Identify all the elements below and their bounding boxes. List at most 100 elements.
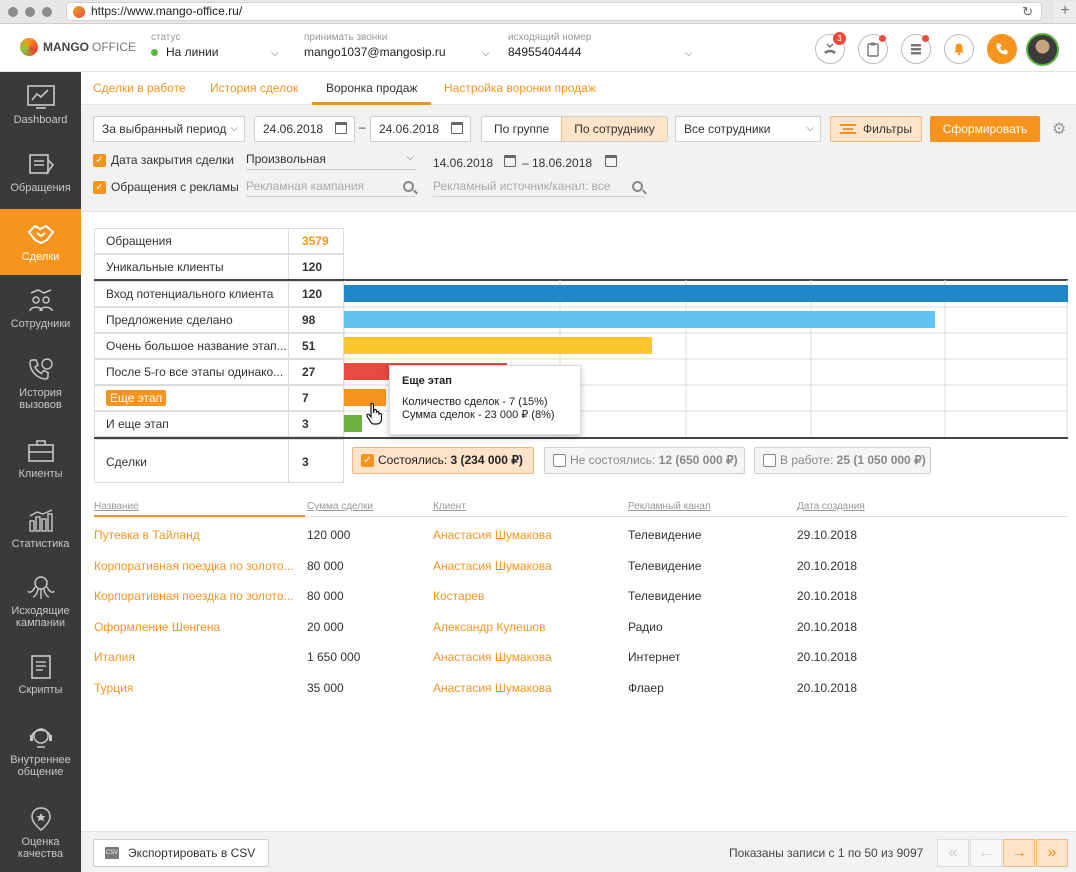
close-date-select[interactable]: Произвольная ⌵: [246, 152, 416, 170]
date-from-input[interactable]: 24.06.2018: [254, 116, 355, 142]
funnel-stage-count: 7: [288, 385, 344, 411]
client-link[interactable]: Анастасия Шумакова: [433, 559, 613, 573]
sidebar-item-employees[interactable]: Сотрудники: [0, 288, 81, 348]
campaign-input[interactable]: Рекламная кампания: [246, 179, 416, 197]
minimize-window-button[interactable]: [25, 7, 35, 17]
sidebar-item-call-history[interactable]: История вызовов: [0, 357, 81, 417]
first-page-button[interactable]: «: [937, 839, 969, 867]
col-header-sum[interactable]: Сумма сделки: [307, 501, 373, 512]
sidebar-item-requests[interactable]: Обращения: [0, 152, 81, 212]
tasks-button[interactable]: [858, 34, 888, 64]
col-header-name[interactable]: Название: [94, 501, 139, 512]
funnel-stage-label[interactable]: После 5-го все этапы одинако...: [94, 359, 289, 385]
gear-icon[interactable]: ⚙: [1052, 119, 1066, 139]
funnel-stage-label[interactable]: Очень большое название этап...: [94, 333, 289, 359]
col-header-date[interactable]: Дата создания: [797, 501, 865, 512]
date-from-value: 24.06.2018: [263, 122, 324, 136]
funnel-stage-label[interactable]: И еще этап: [94, 411, 289, 437]
next-page-button[interactable]: →: [1003, 839, 1035, 867]
group-by-employee-button[interactable]: По сотруднику: [561, 117, 667, 141]
logo[interactable]: MANGO OFFICE: [20, 38, 136, 56]
funnel-stage-label[interactable]: Вход потенциального клиента: [94, 281, 289, 307]
sidebar-item-label: Сделки: [21, 251, 60, 263]
date-to-input[interactable]: 24.06.2018: [370, 116, 471, 142]
legend-completed[interactable]: ✓ Состоялись: 3 (234 000 ₽): [352, 447, 534, 474]
close-window-button[interactable]: [8, 7, 18, 17]
client-link[interactable]: Анастасия Шумакова: [433, 650, 613, 664]
deal-name-link[interactable]: Италия: [94, 650, 299, 664]
funnel-bar[interactable]: [344, 285, 1068, 302]
legend-in-progress[interactable]: В работе: 25 (1 050 000 ₽): [754, 447, 931, 474]
calendar-icon[interactable]: [605, 155, 617, 167]
sidebar-item-internal-chat[interactable]: Внутреннее общение: [0, 724, 81, 784]
period-select[interactable]: За выбранный период ⌵: [93, 116, 245, 142]
close-date-to[interactable]: 18.06.2018: [532, 156, 592, 170]
missed-calls-button[interactable]: 3: [815, 32, 846, 64]
last-page-button[interactable]: »: [1036, 839, 1068, 867]
close-date-from[interactable]: 14.06.2018: [433, 156, 493, 170]
call-button[interactable]: [987, 34, 1017, 64]
new-tab-button[interactable]: +: [1054, 2, 1076, 22]
funnel-row: Вход потенциального клиента 120: [94, 281, 344, 307]
messages-button[interactable]: [901, 34, 931, 64]
tab-deals-in-work[interactable]: Сделки в работе: [93, 81, 186, 95]
status-select[interactable]: статус На линии ⌵: [151, 32, 281, 59]
tab-funnel-settings[interactable]: Настройка воронки продаж: [444, 81, 596, 95]
funnel-bar[interactable]: [344, 415, 362, 432]
group-by-group-button[interactable]: По группе: [482, 117, 562, 141]
generate-button[interactable]: Сформировать: [930, 116, 1040, 142]
deal-name-link[interactable]: Корпоративная поездка по золото...: [94, 589, 299, 603]
sidebar-item-dashboard[interactable]: Dashboard: [0, 84, 81, 144]
avatar[interactable]: [1026, 33, 1059, 66]
tab-sales-funnel[interactable]: Воронка продаж: [326, 81, 417, 95]
sidebar-item-quality[interactable]: Оценка качества: [0, 806, 81, 866]
deal-name-link[interactable]: Турция: [94, 681, 299, 695]
client-link[interactable]: Анастасия Шумакова: [433, 528, 613, 542]
sidebar-item-label: Обращения: [10, 182, 71, 194]
sidebar-item-clients[interactable]: Клиенты: [0, 438, 81, 488]
source-input[interactable]: Рекламный источник/канал: все: [433, 179, 645, 197]
search-icon[interactable]: [403, 181, 414, 192]
deal-name-link[interactable]: Путевка в Тайланд: [94, 528, 299, 542]
calendar-icon[interactable]: [504, 155, 516, 167]
ads-checkbox[interactable]: ✓: [93, 181, 106, 194]
address-bar[interactable]: https://www.mango-office.ru/ ↻: [66, 2, 1042, 21]
client-link[interactable]: Александр Кулешов: [433, 620, 613, 634]
calendar-icon[interactable]: [335, 122, 347, 134]
close-date-label: Дата закрытия сделки: [111, 153, 234, 167]
funnel-bar[interactable]: [344, 311, 935, 328]
outgoing-number-select[interactable]: исходящий номер 84955404444 ⌵: [508, 32, 696, 59]
search-icon[interactable]: [632, 181, 643, 192]
sidebar-item-statistics[interactable]: Статистика: [0, 508, 81, 558]
sidebar-item-outgoing-campaigns[interactable]: Исходящие кампании: [0, 575, 81, 635]
logo-brand: MANGO: [43, 40, 89, 54]
employees-select[interactable]: Все сотрудники ⌵: [675, 116, 821, 142]
filters-button[interactable]: Фильтры: [830, 116, 922, 142]
funnel-bar[interactable]: [344, 337, 652, 354]
calendar-icon[interactable]: [451, 122, 463, 134]
reload-icon[interactable]: ↻: [1022, 3, 1033, 20]
maximize-window-button[interactable]: [42, 7, 52, 17]
filters-button-label: Фильтры: [863, 122, 912, 136]
sidebar-item-deals[interactable]: Сделки: [0, 209, 81, 275]
notifications-button[interactable]: [944, 34, 974, 64]
client-link[interactable]: Костарев: [433, 589, 613, 603]
funnel-stage-label[interactable]: Предложение сделано: [94, 307, 289, 333]
deal-name-link[interactable]: Корпоративная поездка по золото...: [94, 559, 299, 573]
export-csv-label: Экспортировать в CSV: [128, 846, 256, 860]
close-date-checkbox[interactable]: ✓: [93, 154, 106, 167]
summary-value: 120: [288, 254, 344, 280]
summary-value[interactable]: 3579: [288, 228, 344, 254]
sidebar-item-label: Скрипты: [18, 684, 63, 696]
funnel-stage-label[interactable]: Еще этап: [94, 385, 289, 411]
client-link[interactable]: Анастасия Шумакова: [433, 681, 613, 695]
sidebar-item-scripts[interactable]: Скрипты: [0, 654, 81, 704]
tab-deal-history[interactable]: История сделок: [210, 81, 298, 95]
prev-page-button[interactable]: ←: [970, 839, 1002, 867]
legend-failed[interactable]: Не состоялись: 12 (650 000 ₽): [544, 447, 745, 474]
col-header-channel[interactable]: Рекламный канал: [628, 501, 711, 512]
export-csv-button[interactable]: CSV Экспортировать в CSV: [93, 839, 269, 867]
accept-calls-select[interactable]: принимать звонки mango1037@mangosip.ru ⌵: [304, 32, 494, 59]
col-header-client[interactable]: Клиент: [433, 501, 466, 512]
deal-name-link[interactable]: Оформление Шенгена: [94, 620, 299, 634]
